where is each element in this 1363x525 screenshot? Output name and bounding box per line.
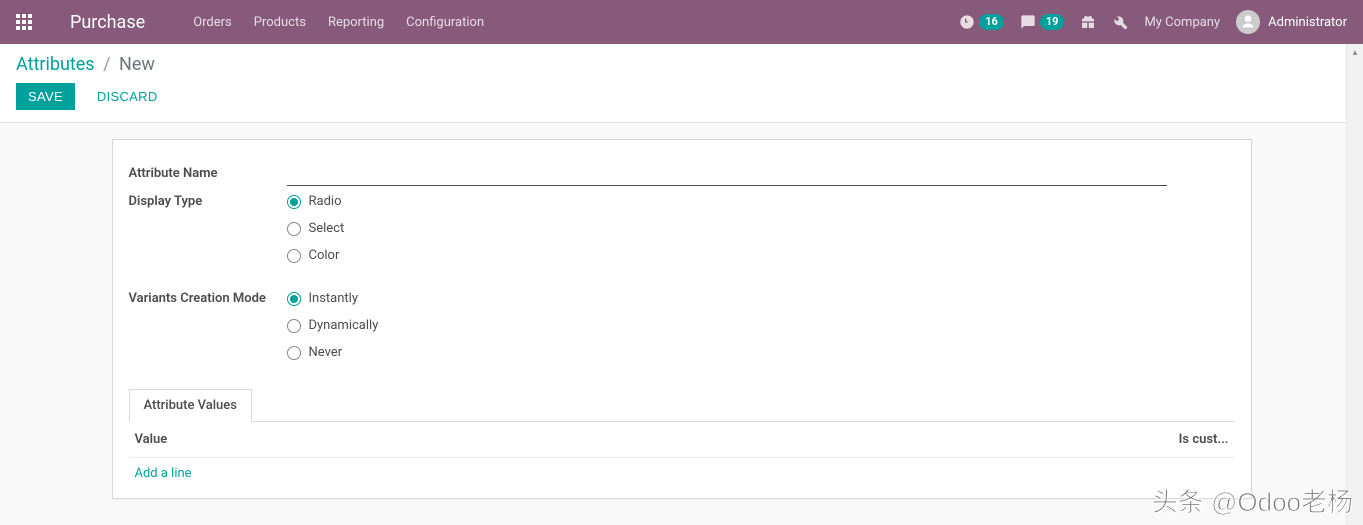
radio-icon [287, 292, 301, 306]
scrollbar[interactable]: ▴ [1346, 44, 1363, 525]
radio-icon [287, 249, 301, 263]
list-header: Value Is cust... [129, 422, 1235, 458]
display-type-color[interactable]: Color [287, 248, 1235, 263]
user-menu[interactable]: Administrator [1236, 10, 1347, 34]
gift-icon[interactable] [1080, 14, 1096, 30]
tab-bar: Attribute Values [129, 388, 1235, 422]
radio-icon [287, 195, 301, 209]
breadcrumb-current: New [119, 54, 155, 75]
notebook: Attribute Values Value Is cust... Add a … [129, 388, 1235, 489]
nav-menu-reporting[interactable]: Reporting [328, 15, 384, 30]
add-line-row: Add a line [129, 458, 1235, 489]
label-display-type: Display Type [129, 192, 287, 209]
label-attribute-name: Attribute Name [129, 164, 287, 181]
tab-attribute-values[interactable]: Attribute Values [129, 389, 252, 422]
wrench-icon[interactable] [1112, 14, 1128, 30]
save-button[interactable]: Save [16, 83, 75, 110]
radio-label: Dynamically [309, 318, 379, 333]
field-variants-mode: Variants Creation Mode Instantly Dynamic… [129, 289, 1235, 360]
top-navbar: Purchase Orders Products Reporting Confi… [0, 0, 1363, 44]
breadcrumb: Attributes / New [16, 54, 1347, 75]
avatar [1236, 10, 1260, 34]
navbar-right: 16 19 My Company Administrator [959, 10, 1347, 34]
variants-mode-never[interactable]: Never [287, 345, 1235, 360]
messages-count: 19 [1040, 14, 1065, 30]
messages-button[interactable]: 19 [1020, 14, 1065, 30]
field-attribute-name: Attribute Name [129, 164, 1235, 186]
activities-count: 16 [979, 14, 1004, 30]
radio-label: Never [309, 345, 343, 360]
apps-icon[interactable] [16, 14, 32, 30]
variants-mode-instantly[interactable]: Instantly [287, 291, 1235, 306]
radio-icon [287, 319, 301, 333]
nav-menu-orders[interactable]: Orders [193, 15, 232, 30]
radio-icon [287, 346, 301, 360]
col-is-custom[interactable]: Is cust... [1149, 432, 1229, 447]
variants-mode-group: Instantly Dynamically Never [287, 289, 1235, 360]
display-type-radio[interactable]: Radio [287, 194, 1235, 209]
radio-label: Select [309, 221, 345, 236]
radio-label: Radio [309, 194, 342, 209]
user-name: Administrator [1268, 15, 1347, 30]
app-brand[interactable]: Purchase [70, 12, 145, 33]
tab-content: Value Is cust... Add a line [129, 422, 1235, 489]
control-panel: Attributes / New Save Discard [0, 44, 1363, 123]
display-type-group: Radio Select Color [287, 192, 1235, 263]
breadcrumb-root[interactable]: Attributes [16, 54, 95, 75]
user-icon [1240, 14, 1256, 30]
button-bar: Save Discard [16, 83, 1347, 110]
attribute-name-input[interactable] [287, 164, 1167, 186]
navbar-left: Purchase Orders Products Reporting Confi… [16, 12, 484, 33]
activities-button[interactable]: 16 [959, 14, 1004, 30]
display-type-select[interactable]: Select [287, 221, 1235, 236]
radio-icon [287, 222, 301, 236]
clock-icon [959, 14, 975, 30]
scroll-up-icon[interactable]: ▴ [1347, 44, 1363, 61]
col-value[interactable]: Value [135, 432, 1149, 447]
nav-menu-configuration[interactable]: Configuration [406, 15, 484, 30]
field-display-type: Display Type Radio Select Color [129, 192, 1235, 263]
radio-label: Color [309, 248, 340, 263]
main-area: Attribute Name Display Type Radio Select [0, 123, 1363, 499]
variants-mode-dynamically[interactable]: Dynamically [287, 318, 1235, 333]
company-label[interactable]: My Company [1144, 15, 1220, 30]
add-line-link[interactable]: Add a line [135, 466, 192, 481]
breadcrumb-separator: / [103, 54, 110, 75]
label-variants-mode: Variants Creation Mode [129, 289, 287, 306]
nav-menu-products[interactable]: Products [254, 15, 306, 30]
nav-menu: Orders Products Reporting Configuration [193, 15, 484, 30]
chat-icon [1020, 14, 1036, 30]
radio-label: Instantly [309, 291, 359, 306]
discard-button[interactable]: Discard [85, 83, 170, 110]
form-sheet: Attribute Name Display Type Radio Select [112, 139, 1252, 499]
